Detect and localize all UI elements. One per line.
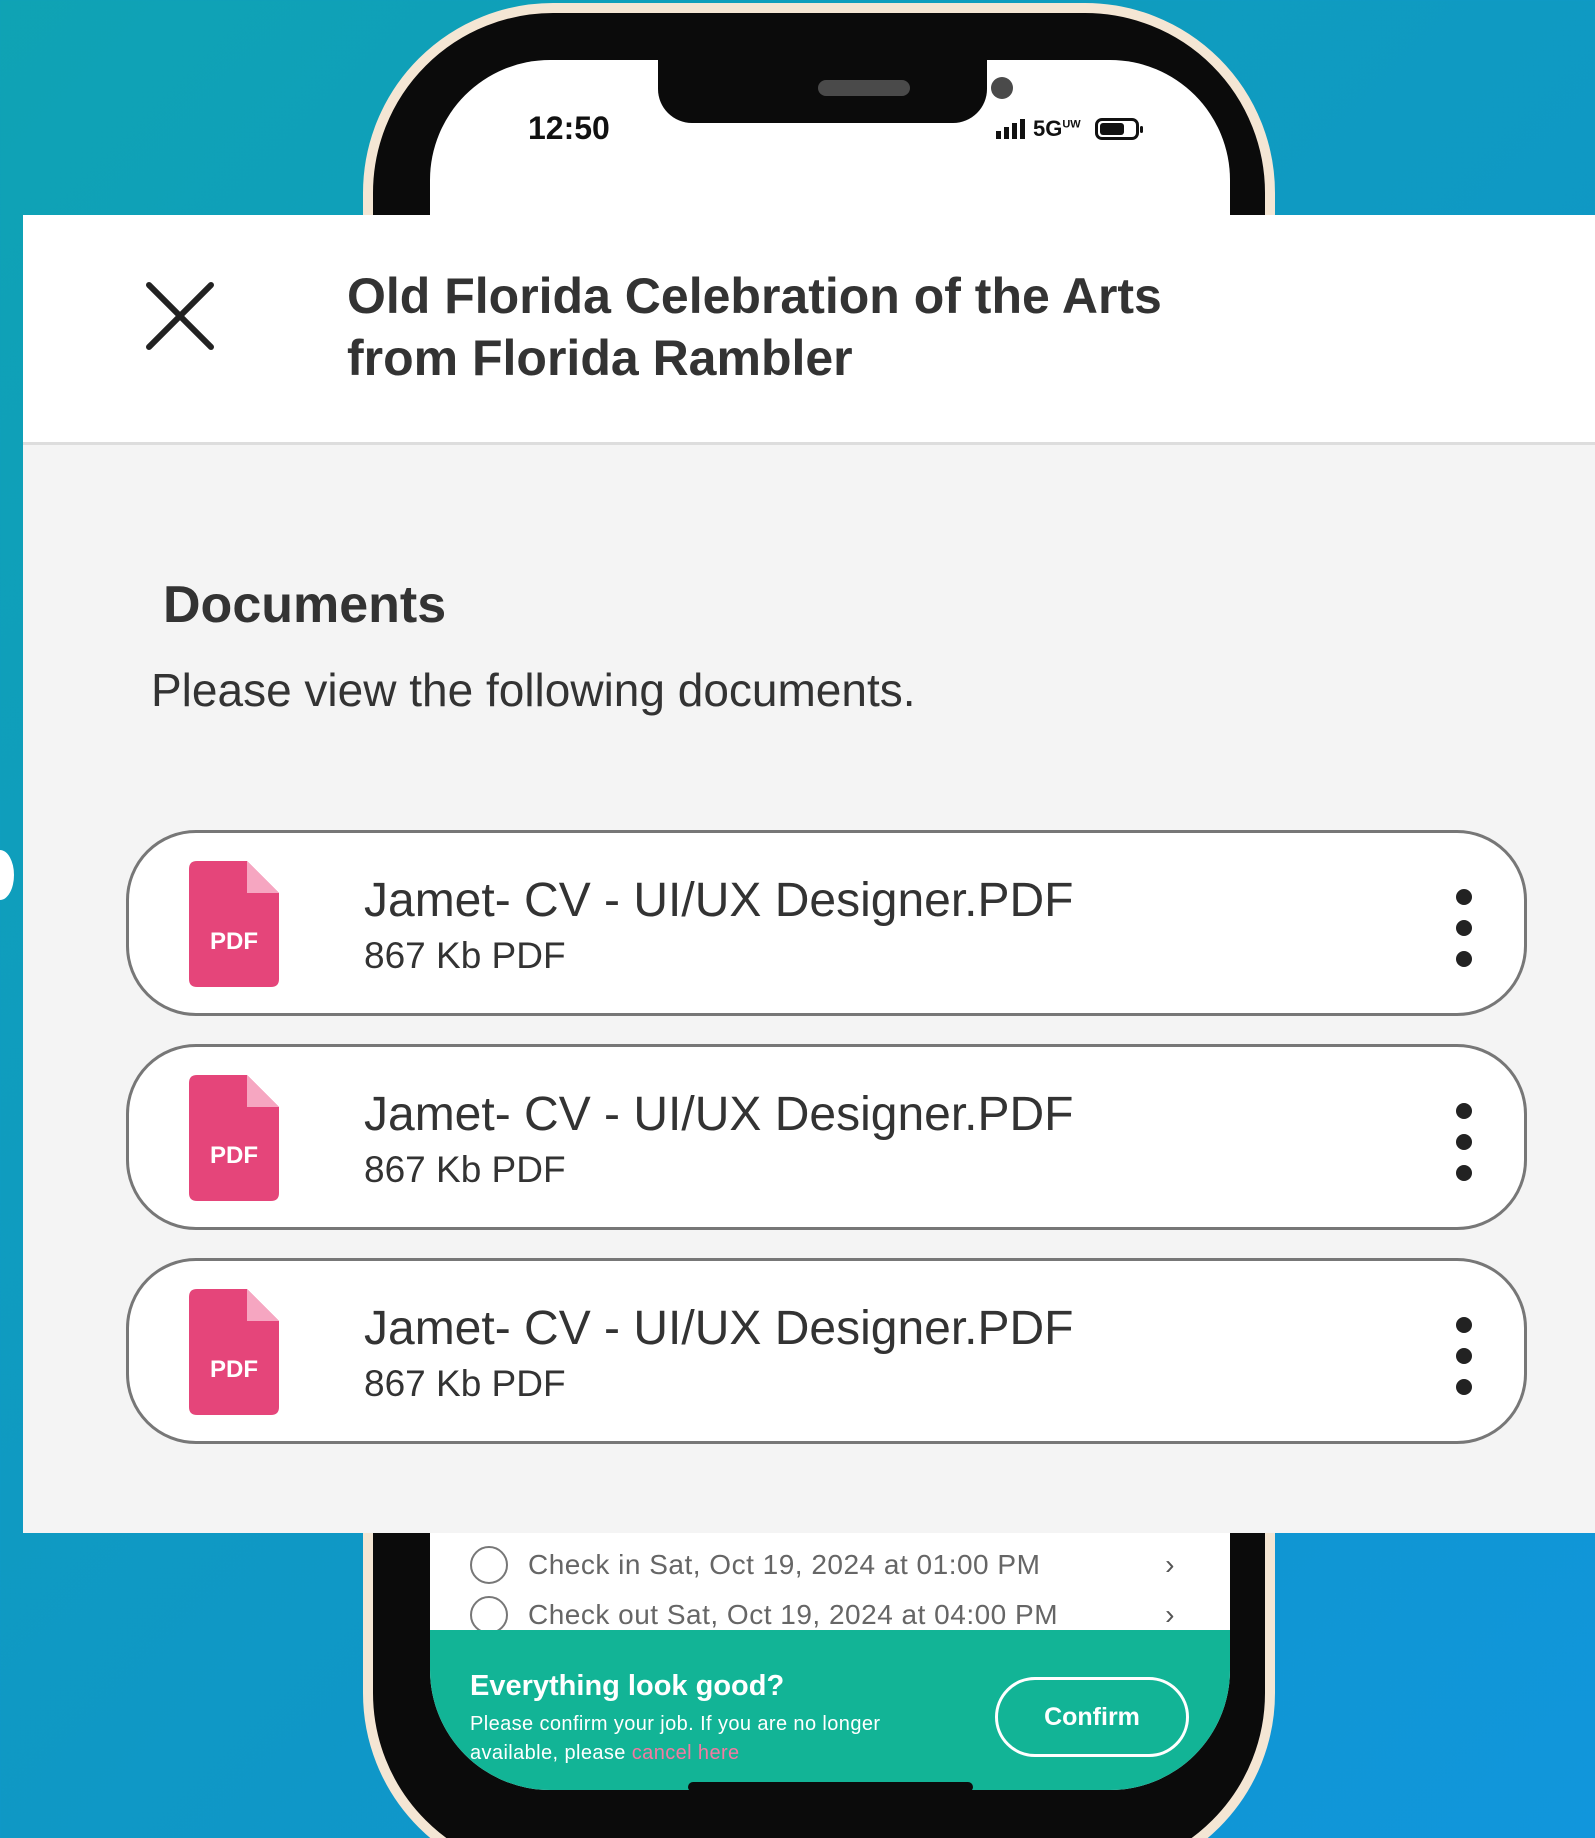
pdf-icon-label: PDF (210, 928, 258, 955)
checklist-item-label: Check in Sat, Oct 19, 2024 at 01:00 PM (528, 1549, 1041, 1580)
radio-icon[interactable] (470, 1596, 508, 1634)
document-meta: 867 Kb PDF (364, 1363, 566, 1404)
document-name: Jamet- CV - UI/UX Designer.PDF (364, 874, 1074, 927)
cancel-link[interactable]: cancel here (632, 1742, 740, 1764)
pdf-icon-label: PDF (210, 1142, 258, 1169)
checklist-item-label: Check out Sat, Oct 19, 2024 at 04:00 PM (528, 1599, 1059, 1630)
decorative-dot (0, 850, 14, 900)
document-card[interactable]: PDF Jamet- CV - UI/UX Designer.PDF 867 K… (126, 830, 1527, 1016)
confirm-bar-title: Everything look good? (470, 1670, 785, 1702)
home-indicator[interactable] (688, 1782, 973, 1790)
status-indicators: 5GUW (996, 116, 1143, 142)
checklist-item-check-in[interactable]: Check in Sat, Oct 19, 2024 at 01:00 PM › (470, 1540, 1190, 1590)
close-icon[interactable] (141, 277, 219, 355)
chevron-right-icon: › (1165, 1549, 1175, 1580)
job-checklist: Check in Sat, Oct 19, 2024 at 01:00 PM ›… (470, 1540, 1190, 1640)
pdf-file-icon (189, 861, 279, 987)
more-options-icon[interactable] (1449, 1097, 1479, 1187)
more-options-icon[interactable] (1449, 883, 1479, 973)
pdf-file-icon (189, 1289, 279, 1415)
more-options-icon[interactable] (1449, 1311, 1479, 1401)
document-meta: 867 Kb PDF (364, 1149, 566, 1190)
pdf-file-icon (189, 1075, 279, 1201)
front-camera (991, 77, 1013, 99)
status-time: 12:50 (528, 110, 610, 146)
modal-header: Old Florida Celebration of the Arts from… (23, 215, 1595, 445)
document-list: PDF Jamet- CV - UI/UX Designer.PDF 867 K… (126, 830, 1527, 1472)
documents-modal: Old Florida Celebration of the Arts from… (23, 215, 1595, 1533)
battery-icon (1094, 118, 1143, 140)
confirm-button[interactable]: Confirm (995, 1677, 1189, 1757)
signal-icon (996, 119, 1025, 139)
confirm-bar-message: Please confirm your job. If you are no l… (470, 1713, 881, 1764)
document-meta: 867 Kb PDF (364, 935, 566, 976)
pdf-icon-label: PDF (210, 1356, 258, 1383)
phone-notch (658, 60, 1013, 123)
document-name: Jamet- CV - UI/UX Designer.PDF (364, 1302, 1074, 1355)
document-card[interactable]: PDF Jamet- CV - UI/UX Designer.PDF 867 K… (126, 1044, 1527, 1230)
confirm-bar: Everything look good? Please confirm you… (430, 1630, 1230, 1790)
section-subtitle: Please view the following documents. (151, 664, 916, 716)
document-name: Jamet- CV - UI/UX Designer.PDF (364, 1088, 1074, 1141)
section-title: Documents (163, 576, 447, 634)
network-label: 5GUW (1033, 116, 1081, 141)
document-card[interactable]: PDF Jamet- CV - UI/UX Designer.PDF 867 K… (126, 1258, 1527, 1444)
speaker-grille (818, 80, 910, 96)
modal-title: Old Florida Celebration of the Arts from… (347, 268, 1162, 386)
radio-icon[interactable] (470, 1546, 508, 1584)
chevron-right-icon: › (1165, 1599, 1175, 1630)
